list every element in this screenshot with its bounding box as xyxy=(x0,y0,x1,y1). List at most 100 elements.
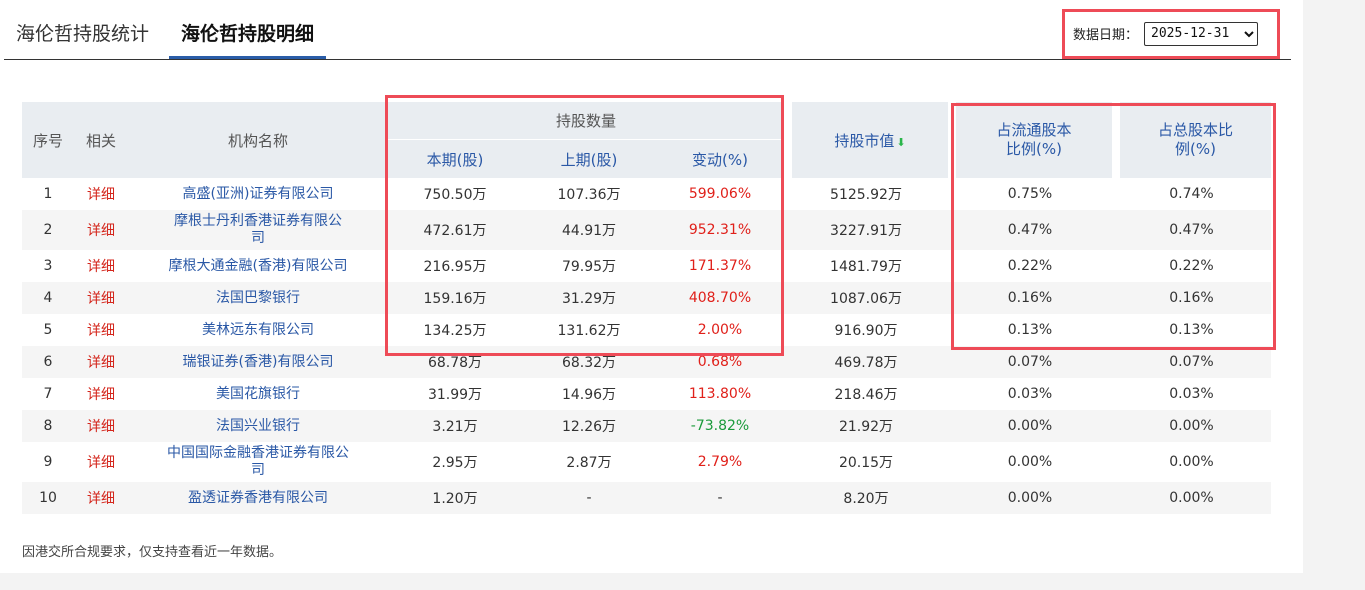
header-float-ratio-label: 占流通股本比例(%) xyxy=(996,121,1072,158)
detail-link[interactable]: 详细 xyxy=(74,282,128,314)
tab-holding-stats[interactable]: 海伦哲持股统计 xyxy=(16,12,149,56)
header-total-ratio[interactable]: 占总股本比例(%) xyxy=(1112,102,1271,178)
header-total-ratio-label: 占总股本比例(%) xyxy=(1157,121,1233,158)
table-row: 8 详细 法国兴业银行 3.21万 12.26万 -73.82% 21.92万 … xyxy=(22,410,1271,442)
cell-market-value: 20.15万 xyxy=(838,455,894,471)
cell-current: 750.50万 xyxy=(423,187,487,203)
header-market-value-label: 持股市值 xyxy=(834,131,895,150)
org-link[interactable]: 法国巴黎银行 xyxy=(128,282,388,314)
cell-market-value: 469.78万 xyxy=(784,346,948,378)
content-panel: 海伦哲持股统计 海伦哲持股明细 数据日期： 2025-12-31 序号 相关 机… xyxy=(0,0,1303,573)
org-link[interactable]: 盈透证券香港有限公司 xyxy=(128,482,388,514)
cell-previous: 79.95万 xyxy=(561,259,617,275)
date-filter-label: 数据日期： xyxy=(1073,28,1139,43)
cell-current: 31.99万 xyxy=(427,387,483,403)
header-previous[interactable]: 上期(股) xyxy=(522,140,656,178)
cell-total-ratio: 0.00% xyxy=(1112,410,1271,442)
cell-seq: 6 xyxy=(22,346,74,378)
detail-link[interactable]: 详细 xyxy=(74,210,128,250)
cell-change: - xyxy=(656,482,784,514)
footnote: 因港交所合规要求，仅支持查看近一年数据。 xyxy=(22,545,283,560)
header-seq: 序号 xyxy=(22,102,74,178)
cell-current: 1.20万 xyxy=(388,482,522,514)
date-filter: 数据日期： 2025-12-31 xyxy=(1065,11,1275,56)
cell-float-ratio: 0.00% xyxy=(948,482,1112,514)
header-current[interactable]: 本期(股) xyxy=(388,140,522,178)
cell-total-ratio: 0.16% xyxy=(1112,282,1271,314)
org-link[interactable]: 美林远东有限公司 xyxy=(128,314,388,346)
cell-float-ratio: 0.00% xyxy=(1007,454,1053,470)
cell-current: 134.25万 xyxy=(423,323,487,339)
cell-float-ratio: 0.47% xyxy=(948,210,1112,250)
org-link[interactable]: 美国花旗银行 xyxy=(128,378,388,410)
sort-down-arrow-icon: ⬇ xyxy=(896,135,906,149)
header-org-name: 机构名称 xyxy=(128,102,388,178)
table-row: 3 详细 摩根大通金融(香港)有限公司 216.95万 79.95万 171.3… xyxy=(22,250,1271,282)
cell-previous: 14.96万 xyxy=(561,387,617,403)
cell-market-value: 1087.06万 xyxy=(784,282,948,314)
header-change[interactable]: 变动(%) xyxy=(656,140,784,178)
date-select[interactable]: 2025-12-31 xyxy=(1144,21,1259,46)
cell-change: 2.79% xyxy=(697,454,743,470)
page-gutter xyxy=(1303,0,1365,590)
table-row: 10 详细 盈透证券香港有限公司 1.20万 - - 8.20万 0.00% 0… xyxy=(22,482,1271,514)
org-link[interactable]: 法国兴业银行 xyxy=(128,410,388,442)
detail-link[interactable]: 详细 xyxy=(74,378,128,410)
cell-float-ratio: 0.03% xyxy=(1007,386,1053,402)
cell-previous: 31.29万 xyxy=(522,282,656,314)
cell-change: 171.37% xyxy=(688,258,752,274)
detail-link[interactable]: 详细 xyxy=(74,482,128,514)
cell-current: 68.78万 xyxy=(388,346,522,378)
cell-seq: 5 xyxy=(43,322,53,338)
cell-market-value: 5125.92万 xyxy=(830,187,902,203)
detail-link[interactable]: 详细 xyxy=(74,346,128,378)
detail-link[interactable]: 详细 xyxy=(74,250,128,282)
cell-previous: 12.26万 xyxy=(522,410,656,442)
cell-previous: 131.62万 xyxy=(557,323,621,339)
cell-seq: 1 xyxy=(43,186,53,202)
cell-market-value: 8.20万 xyxy=(784,482,948,514)
cell-change: -73.82% xyxy=(656,410,784,442)
org-link[interactable]: 中国国际金融香港证券有限公司 xyxy=(128,442,388,482)
cell-market-value: 916.90万 xyxy=(834,323,898,339)
detail-link[interactable]: 详细 xyxy=(74,442,128,482)
cell-total-ratio: 0.22% xyxy=(1169,258,1214,274)
detail-link[interactable]: 详细 xyxy=(74,314,128,346)
table-row: 1 详细 高盛(亚洲)证券有限公司 750.50万 107.36万 599.06… xyxy=(22,178,1271,210)
tab-holding-details[interactable]: 海伦哲持股明细 xyxy=(169,12,327,59)
cell-float-ratio: 0.00% xyxy=(948,410,1112,442)
table-row: 9 详细 中国国际金融香港证券有限公司 2.95万 2.87万 2.79% 20… xyxy=(22,442,1271,482)
cell-current: 3.21万 xyxy=(388,410,522,442)
org-link[interactable]: 高盛(亚洲)证券有限公司 xyxy=(128,178,388,210)
cell-change: 0.68% xyxy=(656,346,784,378)
cell-current: 216.95万 xyxy=(423,259,487,275)
cell-current: 159.16万 xyxy=(388,282,522,314)
cell-seq: 8 xyxy=(22,410,74,442)
cell-float-ratio: 0.13% xyxy=(1007,322,1053,338)
header-market-value[interactable]: 持股市值 ⬇ xyxy=(784,102,948,178)
detail-link[interactable]: 详细 xyxy=(74,178,128,210)
detail-link[interactable]: 详细 xyxy=(74,410,128,442)
cell-market-value: 21.92万 xyxy=(784,410,948,442)
cell-total-ratio: 0.74% xyxy=(1169,186,1214,202)
cell-float-ratio: 0.75% xyxy=(1007,186,1053,202)
org-link[interactable]: 摩根士丹利香港证券有限公司 xyxy=(128,210,388,250)
cell-previous: - xyxy=(522,482,656,514)
org-link[interactable]: 摩根大通金融(香港)有限公司 xyxy=(128,250,388,282)
cell-current: 2.95万 xyxy=(432,455,478,471)
page-footer-gutter xyxy=(0,573,1365,590)
cell-previous: 107.36万 xyxy=(557,187,621,203)
header-float-ratio[interactable]: 占流通股本比例(%) xyxy=(948,102,1112,178)
cell-previous: 2.87万 xyxy=(566,455,612,471)
cell-seq: 3 xyxy=(43,258,53,274)
org-link[interactable]: 瑞银证券(香港)有限公司 xyxy=(128,346,388,378)
cell-change: 113.80% xyxy=(688,386,752,402)
cell-change: 2.00% xyxy=(697,322,743,338)
cell-total-ratio: 0.13% xyxy=(1169,322,1214,338)
cell-change: 599.06% xyxy=(688,186,752,202)
header-related: 相关 xyxy=(74,102,128,178)
table-row: 2 详细 摩根士丹利香港证券有限公司 472.61万 44.91万 952.31… xyxy=(22,210,1271,250)
cell-previous: 44.91万 xyxy=(522,210,656,250)
cell-float-ratio: 0.07% xyxy=(948,346,1112,378)
table-row: 6 详细 瑞银证券(香港)有限公司 68.78万 68.32万 0.68% 46… xyxy=(22,346,1271,378)
